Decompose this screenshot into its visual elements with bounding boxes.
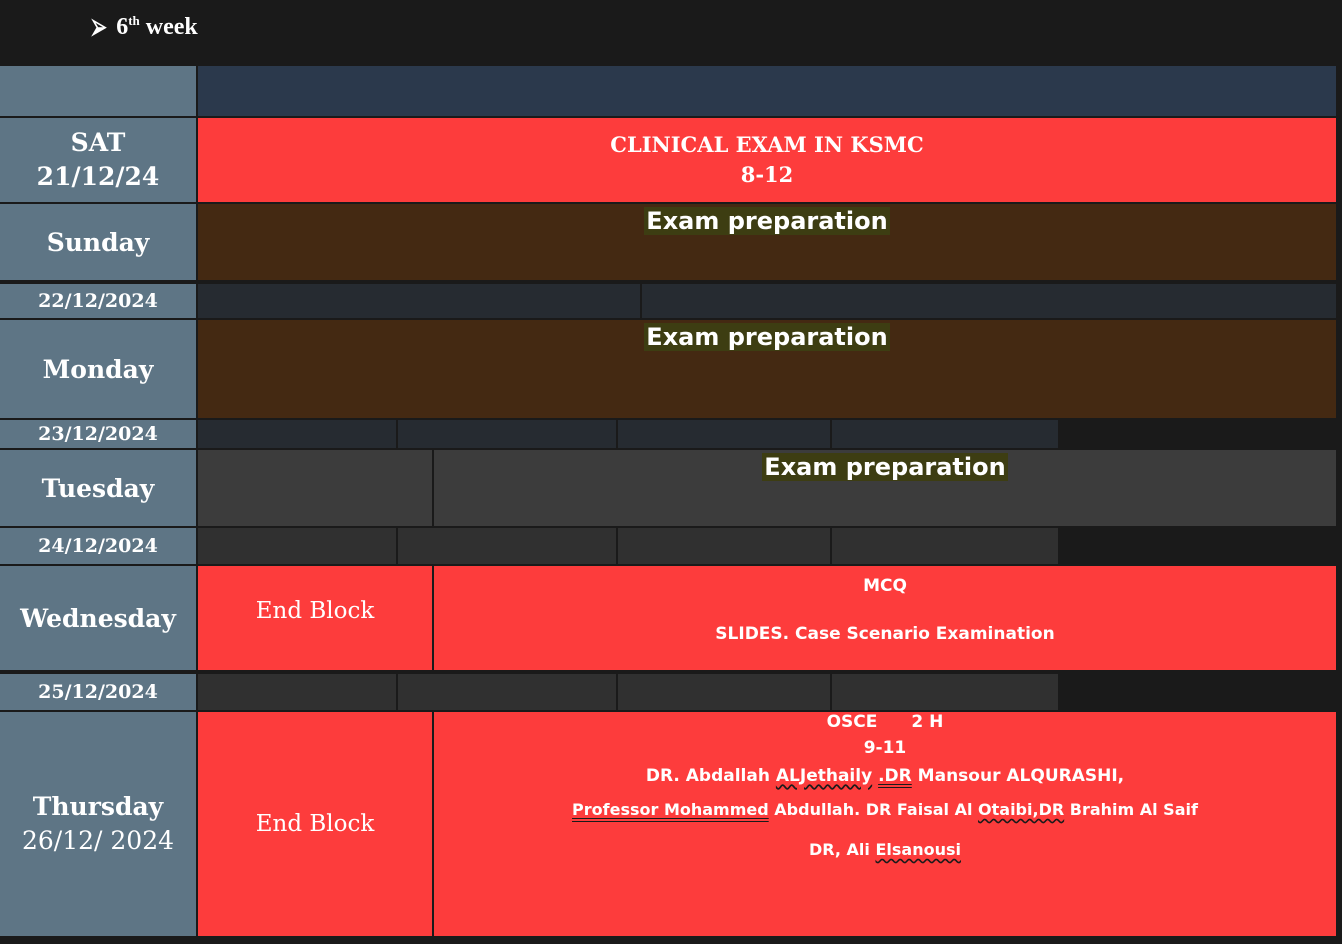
- date-cell-24-12: 24/12/2024: [0, 528, 196, 564]
- day-cell-thursday: Thursday 26/12/ 2024: [0, 712, 196, 936]
- spacer-cell: [618, 420, 830, 448]
- spacer-cell: [398, 420, 616, 448]
- header-corner-cell: [0, 66, 196, 116]
- exam-preparation-label: Exam preparation: [644, 207, 890, 235]
- week-heading: ⮚ 6th week: [92, 10, 198, 44]
- date-cell-25-12: 25/12/2024: [0, 674, 196, 710]
- spacer-cell: [618, 674, 830, 710]
- day-cell-wednesday: Wednesday: [0, 566, 196, 670]
- end-block-cell: End Block: [198, 566, 432, 670]
- tuesday-event-cell: Exam preparation: [434, 450, 1336, 526]
- spacer-cell: [198, 674, 396, 710]
- day-cell-sunday: Sunday: [0, 204, 196, 280]
- spacer-cell: [198, 284, 640, 318]
- sunday-event-cell: Exam preparation: [198, 204, 1336, 280]
- spacer-cell: [832, 528, 1058, 564]
- examiners-line-1: DR. Abdallah ALJethaily .DR Mansour ALQU…: [645, 766, 1125, 786]
- date-cell-23-12: 23/12/2024: [0, 420, 196, 448]
- day-cell-monday: Monday: [0, 320, 196, 418]
- tuesday-blank-cell: [198, 450, 432, 526]
- header-bar: [198, 66, 1336, 116]
- spacer-cell: [618, 528, 830, 564]
- examiners-line-3: DR, Ali Elsanousi: [809, 840, 961, 859]
- clinical-exam-cell: CLINICAL EXAM IN KSMC 8-12: [198, 118, 1336, 202]
- mcq-label: MCQ: [863, 576, 907, 596]
- wednesday-exam-cell: MCQ SLIDES. Case Scenario Examination: [434, 566, 1336, 670]
- exam-preparation-label: Exam preparation: [762, 453, 1008, 481]
- day-cell-sat: SAT 21/12/24: [0, 118, 196, 202]
- osce-cell: OSCE 2 H 9-11 DR. Abdallah ALJethaily .DR…: [434, 712, 1336, 936]
- arrow-bullet-icon: ⮚: [92, 15, 107, 38]
- spacer-cell: [832, 420, 1058, 448]
- date-cell-22-12: 22/12/2024: [0, 284, 196, 318]
- exam-preparation-label: Exam preparation: [644, 323, 890, 351]
- spacer-cell: [398, 674, 616, 710]
- day-cell-tuesday: Tuesday: [0, 450, 196, 526]
- spacer-cell: [832, 674, 1058, 710]
- monday-event-cell: Exam preparation: [198, 320, 1336, 418]
- spacer-cell: [198, 528, 396, 564]
- spacer-cell: [642, 284, 1336, 318]
- spacer-cell: [198, 420, 396, 448]
- end-block-cell: End Block: [198, 712, 432, 936]
- spacer-cell: [398, 528, 616, 564]
- osce-label: OSCE 2 H: [826, 712, 944, 732]
- osce-time: 9-11: [863, 738, 907, 758]
- slides-label: SLIDES. Case Scenario Examination: [715, 624, 1055, 644]
- week-title: 6th week: [116, 13, 198, 40]
- examiners-line-2: Professor Mohammed Abdullah. DR Faisal A…: [572, 800, 1198, 819]
